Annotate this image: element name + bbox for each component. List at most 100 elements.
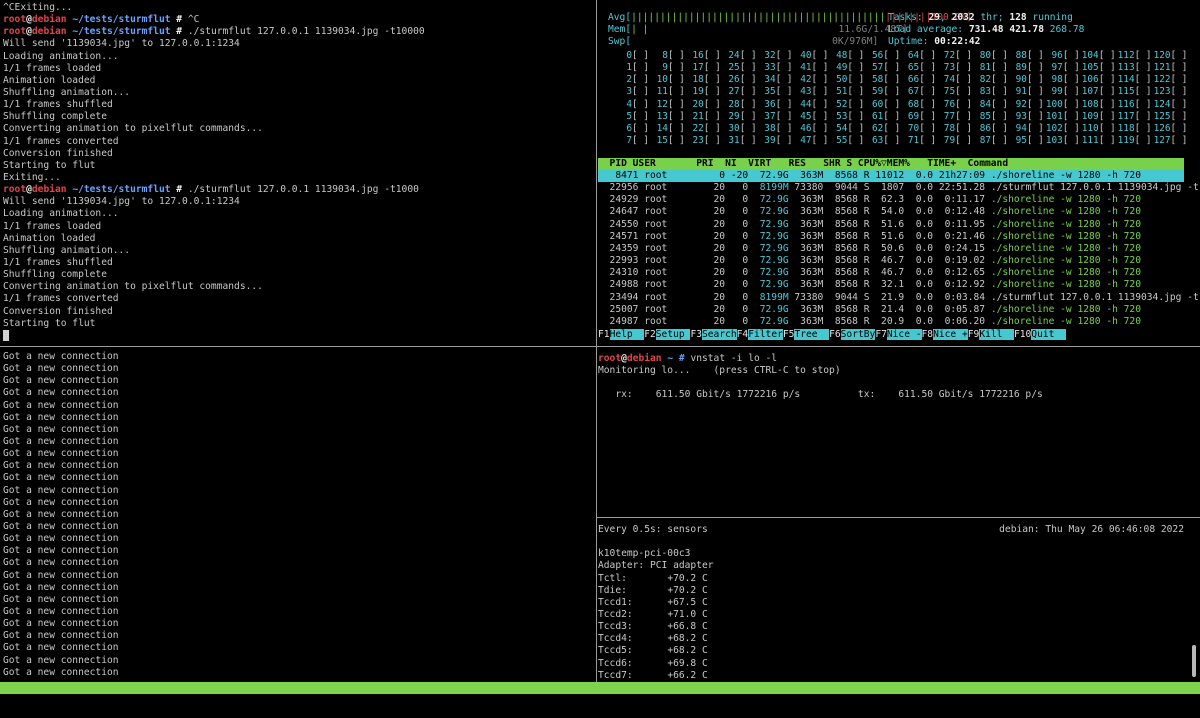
cpu-number: 81 <box>971 62 991 74</box>
process-row[interactable]: 24647 root 20 0 72.9G 363M 8568 R 54.0 0… <box>598 206 1184 218</box>
fkey-nice-button[interactable]: Nice + <box>933 329 968 340</box>
tmux-status-right: "debian" 06:45 26-May-22 <box>1057 706 1196 718</box>
fkey-kill-button[interactable]: Kill <box>979 329 1014 340</box>
fkey-search-button[interactable]: Search <box>702 329 737 340</box>
process-row[interactable]: 24550 root 20 0 72.9G 363M 8568 R 51.6 0… <box>598 219 1184 231</box>
process-field: 9044 <box>829 292 864 303</box>
prompt-hash: # <box>171 26 188 37</box>
process-row[interactable]: 25007 root 20 0 72.9G 363M 8568 R 21.4 0… <box>598 304 1184 316</box>
process-row[interactable]: 24988 root 20 0 72.9G 363M 8568 R 32.1 0… <box>598 279 1184 291</box>
cpu-number: 87 <box>971 135 991 147</box>
cpu-number: 114 <box>1115 74 1135 86</box>
process-field: ./sturmflut 127.0.0.1 1139034.jpg -t1000 <box>991 182 1200 193</box>
process-field: 24647 <box>598 206 644 217</box>
cpu-number: 94 <box>1007 123 1027 135</box>
pane-divider-right-top[interactable] <box>597 346 1200 347</box>
watch-header: Every 0.5s: sensorsdebian: Thu May 26 06… <box>598 524 1188 536</box>
cpu-number: 15 <box>648 135 668 147</box>
cpu-bar: [ ] <box>812 135 829 146</box>
terminal-line: 1/1 frames converted <box>3 293 593 305</box>
cpu-bar: [ ] <box>883 111 900 122</box>
process-row[interactable]: 24310 root 20 0 72.9G 363M 8568 R 46.7 0… <box>598 267 1184 279</box>
process-field: 73380 <box>794 292 829 303</box>
terminal-pane-sturmflut[interactable]: ^CExiting...root@debian ~/tests/sturmflu… <box>3 2 593 342</box>
cpu-number: 97 <box>1043 62 1063 74</box>
fkey-number: F2 <box>644 329 656 340</box>
process-row[interactable]: 24987 root 20 0 72.9G 363M 8568 R 20.9 0… <box>598 316 1184 328</box>
process-field: 0:05.87 <box>939 304 991 315</box>
cpu-number: 110 <box>1079 123 1099 135</box>
cpu-bar: [ ] <box>883 50 900 61</box>
fkey-nice-button[interactable]: Nice - <box>887 329 922 340</box>
command-text: ./sturmflut 127.0.0.1 1139034.jpg -t1000… <box>188 26 425 37</box>
sensor-label: Tccd3: <box>598 621 667 632</box>
pane-divider-right-bottom[interactable] <box>597 517 1200 518</box>
process-table-header[interactable]: PID USER PRI NI VIRT RES SHR S CPU%▽MEM%… <box>598 158 1184 170</box>
cpu-bar: [ ] <box>1171 62 1188 73</box>
terminal-line: Will send '1139034.jpg' to 127.0.0.1:123… <box>3 38 593 50</box>
fkey-tree-button[interactable]: Tree <box>794 329 829 340</box>
fkey-filter-button[interactable]: Filter <box>748 329 783 340</box>
cpu-bar: [ ] <box>632 50 649 61</box>
process-row[interactable]: 24359 root 20 0 72.9G 363M 8568 R 50.6 0… <box>598 243 1184 255</box>
fkey-setup-button[interactable]: Setup <box>656 329 691 340</box>
sensors-scrollbar[interactable] <box>1192 645 1196 677</box>
cpu-bar: [ ] <box>776 86 793 97</box>
process-field: 24359 <box>598 243 644 254</box>
process-field: R <box>864 219 876 230</box>
cpu-bar: [ ] <box>668 62 685 73</box>
process-field: 20.9 <box>875 316 910 327</box>
process-field: 62.3 <box>875 194 910 205</box>
cpu-number: 6 <box>612 123 632 135</box>
cpu-number: 99 <box>1043 86 1063 98</box>
pane-divider-left[interactable] <box>0 346 596 347</box>
fkey-quit-button[interactable]: Quit <box>1031 329 1066 340</box>
process-row[interactable]: 22956 root 20 0 8199M 73380 9044 S 1807 … <box>598 182 1184 194</box>
sensor-value: +68.2 C <box>667 633 707 644</box>
process-field: root <box>644 182 696 193</box>
sensor-label: Tccd6: <box>598 658 667 669</box>
process-field: 0.0 <box>910 231 939 242</box>
vnstat-pane[interactable]: root@debian ~ # vnstat -i lo -l Monitori… <box>598 353 1194 513</box>
tmux-window-list[interactable]: [0] 0:./sturmflut* <box>12 694 116 705</box>
fkey-help-button[interactable]: Help <box>610 329 645 340</box>
cpu-number: 127 <box>1151 135 1171 147</box>
fkey-number: F5 <box>783 329 795 340</box>
process-field: 363M <box>794 279 829 290</box>
process-field: 0 <box>731 292 754 303</box>
terminal-pane-connections[interactable]: Got a new connectionGot a new connection… <box>3 351 593 681</box>
cpu-number: 109 <box>1079 111 1099 123</box>
connection-log-line: Got a new connection <box>3 606 593 618</box>
cpu-number: 47 <box>792 135 812 147</box>
process-row[interactable]: 24929 root 20 0 72.9G 363M 8568 R 62.3 0… <box>598 194 1184 206</box>
cpu-number: 46 <box>792 123 812 135</box>
process-row[interactable]: 22993 root 20 0 72.9G 363M 8568 R 46.7 0… <box>598 255 1184 267</box>
cpu-bar: [ ] <box>1063 123 1080 134</box>
process-field: S <box>864 182 876 193</box>
fkey-sortby-button[interactable]: SortBy <box>841 329 876 340</box>
cpu-bar: [ ] <box>919 135 936 146</box>
cpu-number: 101 <box>1043 111 1063 123</box>
command-text: ^C <box>188 14 200 25</box>
cpu-bar: [ ] <box>1135 50 1152 61</box>
sensor-label: Tctl: <box>598 573 667 584</box>
cpu-number: 17 <box>684 62 704 74</box>
fkey-number: F3 <box>690 329 702 340</box>
process-field: 46.7 <box>875 267 910 278</box>
sensor-value: +66.2 C <box>667 670 707 681</box>
process-row[interactable]: 23494 root 20 0 8199M 73380 9044 S 21.9 … <box>598 292 1184 304</box>
process-row[interactable]: 8471 root 0 -20 72.9G 363M 8568 R 11012 … <box>598 170 1184 182</box>
process-field: 20 <box>696 219 731 230</box>
cpu-number: 35 <box>756 86 776 98</box>
sensor-row: Tccd2: +71.0 C <box>598 609 1188 621</box>
process-field: 24987 <box>598 316 644 327</box>
cpu-bar: [ ] <box>955 62 972 73</box>
sensors-pane[interactable]: Every 0.5s: sensorsdebian: Thu May 26 06… <box>598 524 1188 681</box>
sensor-readings: Tctl: +70.2 CTdie: +70.2 CTccd1: +67.5 C… <box>598 573 1188 681</box>
sensor-row: Tccd4: +68.2 C <box>598 633 1188 645</box>
process-row[interactable]: 24571 root 20 0 72.9G 363M 8568 R 51.6 0… <box>598 231 1184 243</box>
process-field: root <box>644 304 696 315</box>
cpu-bar: [ ] <box>991 62 1008 73</box>
cpu-bar: [ ] <box>847 74 864 85</box>
process-field: 0 <box>731 255 754 266</box>
